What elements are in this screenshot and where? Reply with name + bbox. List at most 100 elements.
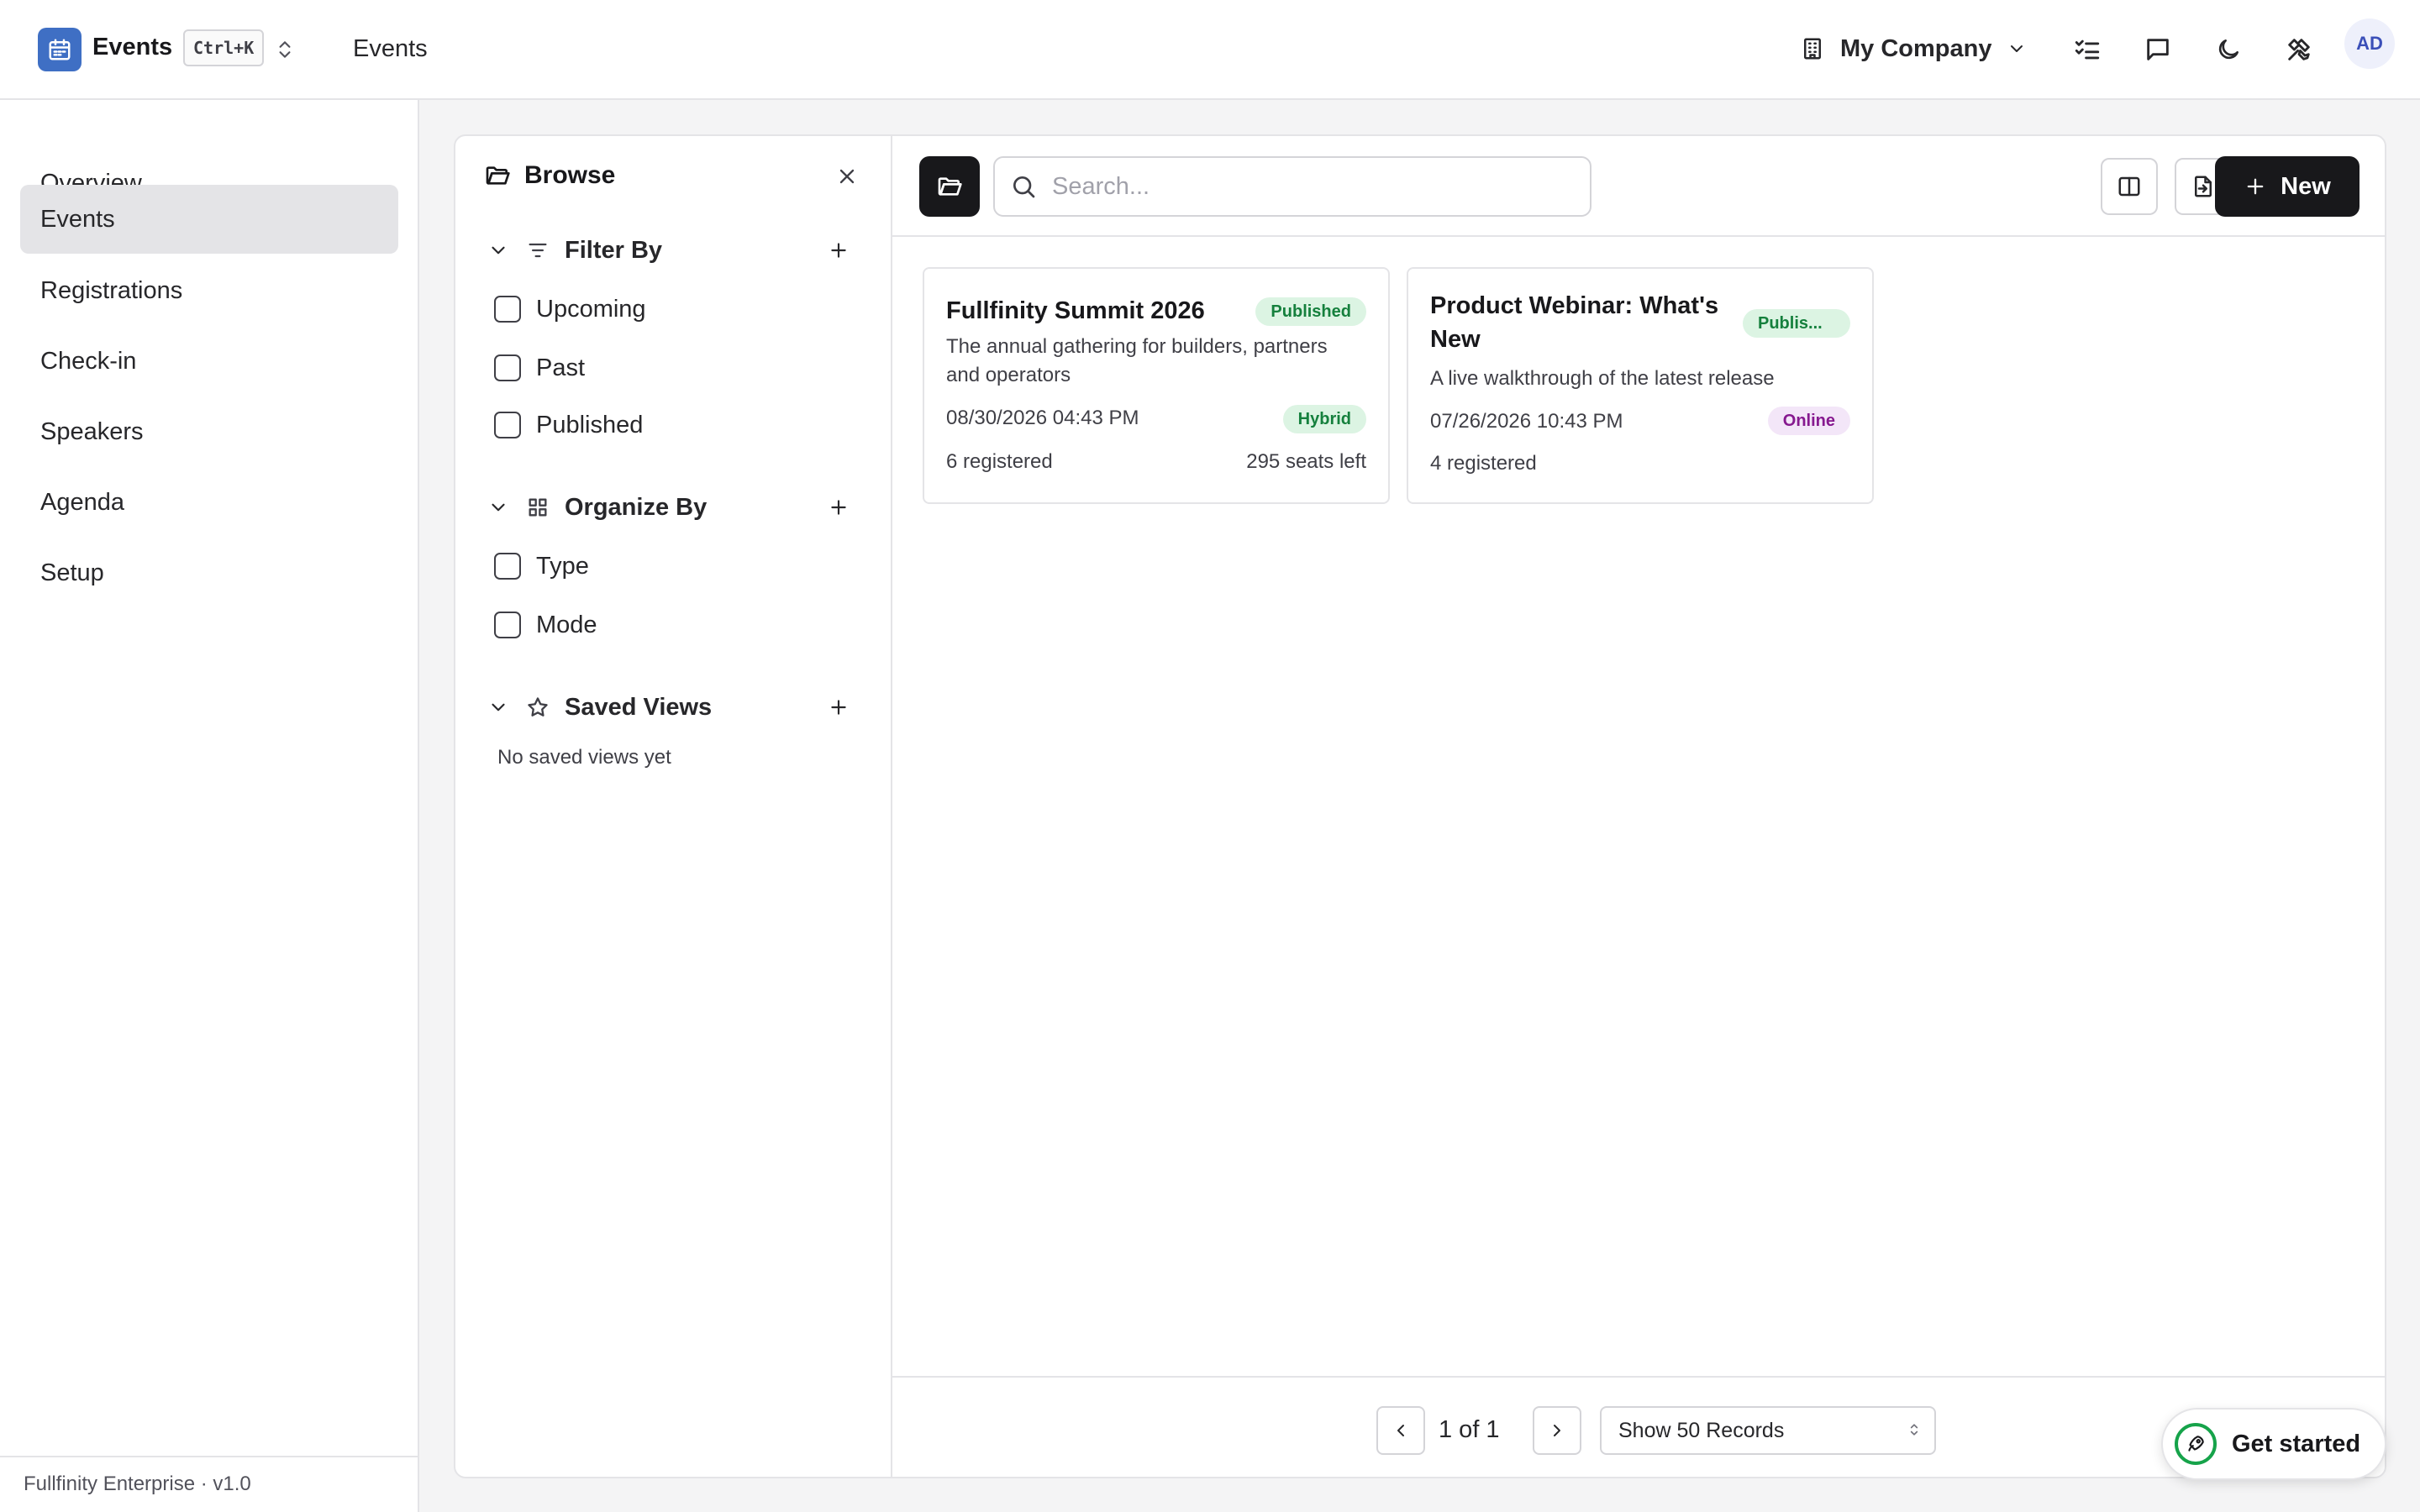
records-per-page-select[interactable]: Show 50 Records [1600,1406,1936,1455]
prev-page-button[interactable] [1376,1406,1425,1455]
next-page-button[interactable] [1533,1406,1581,1455]
toolbar: New [892,136,2385,237]
file-import-icon [2195,176,2212,197]
version-footer: Fullfinity Enterprise · v1.0 [0,1456,418,1512]
moon-icon[interactable] [2212,33,2245,66]
building-icon [1800,36,1825,61]
organize-option-label: Type [536,552,589,580]
event-card[interactable]: Fullfinity Summit 2026 Published The ann… [923,267,1390,504]
filter-published[interactable]: Published [494,408,643,442]
plus-icon [2247,178,2264,195]
saved-views-label: Saved Views [565,693,713,721]
filter-past[interactable]: Past [494,351,585,385]
event-card[interactable]: Product Webinar: What's New Publis... A … [1407,267,1874,504]
browse-header: Browse [484,161,615,190]
events-content: New Fullfinity Summit 2026 Published The… [892,136,2385,1477]
tools-icon[interactable] [2282,33,2316,66]
chevrons-up-down-icon [1906,1421,1923,1438]
search-input[interactable] [1052,158,1573,215]
sidebar-item-agenda[interactable]: Agenda [20,468,398,537]
add-view-button[interactable] [820,689,857,726]
breadcrumb: Events [353,35,428,62]
event-registered: 4 registered [1430,452,1537,475]
chevron-down-icon [2007,39,2027,59]
command-shortcut[interactable]: Ctrl+K [183,29,265,66]
event-datetime: 08/30/2026 04:43 PM [946,407,1139,429]
chevron-down-icon[interactable] [487,696,509,718]
get-started-button[interactable]: Get started [2161,1408,2386,1480]
search-box[interactable] [993,156,1591,217]
avatar[interactable]: AD [2344,18,2395,69]
filter-option-label: Published [536,411,644,438]
company-name: My Company [1840,34,1992,62]
new-event-button[interactable]: New [2215,156,2360,217]
event-registered: 6 registered [946,450,1053,473]
main-panel: Browse Filter By Upcoming Past Published… [454,134,2386,1478]
organize-by-section[interactable]: Organize By [487,489,857,526]
filter-by-label: Filter By [565,236,663,264]
message-icon[interactable] [2141,33,2175,66]
mode-badge: Hybrid [1282,405,1366,433]
sidebar-item-events[interactable]: Events [20,185,398,254]
get-started-label: Get started [2232,1430,2361,1457]
filter-by-section[interactable]: Filter By [487,232,857,269]
rocket-icon [2175,1423,2217,1465]
folder-icon [484,162,511,189]
star-icon [526,696,550,719]
event-title: Fullfinity Summit 2026 [946,297,1205,324]
chevron-left-icon [1397,1425,1404,1436]
checkbox[interactable] [494,612,521,638]
browse-title: Browse [524,161,616,189]
organize-option-label: Mode [536,611,597,638]
sidebar-item-speakers[interactable]: Speakers [20,397,398,466]
search-icon [1010,173,1037,200]
organize-type[interactable]: Type [494,549,589,583]
saved-views-section[interactable]: Saved Views [487,689,857,726]
chevron-down-icon[interactable] [487,496,509,518]
grid-icon [526,496,550,519]
checkbox[interactable] [494,354,521,381]
chevron-right-icon [1554,1425,1560,1436]
chevron-down-icon[interactable] [487,239,509,261]
pagination-footer: 1 of 1 Show 50 Records [892,1376,2385,1477]
tasks-icon[interactable] [2070,33,2104,66]
event-description: A live walkthrough of the latest release [1430,367,1775,390]
filter-icon [526,239,550,262]
filter-upcoming[interactable]: Upcoming [494,292,646,326]
sidebar-item-registrations[interactable]: Registrations [20,256,398,325]
top-bar: Events Ctrl+K Events My Company AD [0,0,2420,100]
page-indicator: 1 of 1 [1439,1416,1500,1443]
mode-badge: Online [1767,407,1850,435]
checkbox[interactable] [494,553,521,580]
checkbox[interactable] [494,296,521,323]
filter-option-label: Upcoming [536,295,646,323]
organize-mode[interactable]: Mode [494,608,597,642]
folder-open-icon [938,177,962,196]
saved-views-empty: No saved views yet [497,746,671,769]
sidebar-item-setup[interactable]: Setup [20,538,398,607]
company-switcher[interactable]: My Company [1800,30,2027,67]
add-filter-button[interactable] [820,232,857,269]
sidebar: Overview Events Registrations Check-in S… [0,100,419,1512]
organize-by-label: Organize By [565,493,708,521]
calendar-icon[interactable] [38,28,82,71]
event-title: Product Webinar: What's New [1430,292,1719,353]
records-option: Show 50 Records [1618,1419,1785,1442]
app-name[interactable]: Events [92,34,172,61]
close-icon[interactable] [835,165,859,188]
browse-panel: Browse Filter By Upcoming Past Published… [455,136,892,1477]
checkbox[interactable] [494,412,521,438]
new-button-label: New [2281,172,2331,200]
event-datetime: 07/26/2026 10:43 PM [1430,410,1623,433]
split-view-button[interactable] [2101,158,2158,215]
sidebar-item-check-in[interactable]: Check-in [20,327,398,396]
add-group-button[interactable] [820,489,857,526]
event-seats: 295 seats left [1246,450,1366,473]
browse-toggle-button[interactable] [919,156,980,217]
event-description: The annual gathering for builders, partn… [946,335,1328,386]
status-badge: Published [1255,297,1366,326]
columns-icon [2118,176,2140,197]
filter-option-label: Past [536,354,586,381]
chevrons-up-down-icon[interactable] [274,39,296,60]
status-badge: Publis... [1743,309,1850,338]
